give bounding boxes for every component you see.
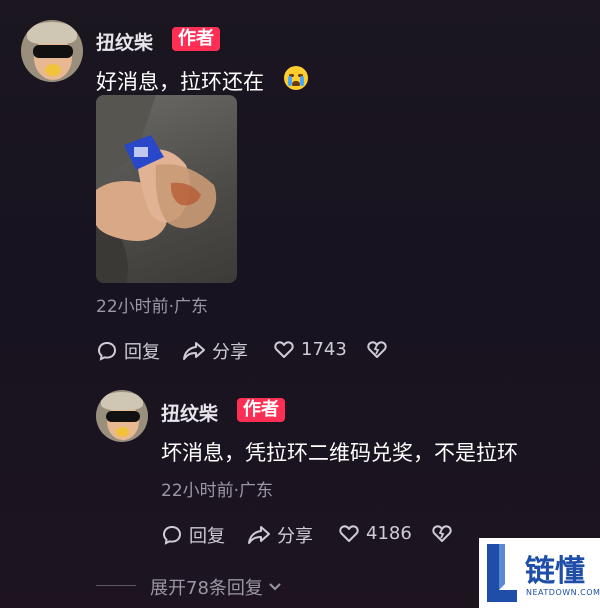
expand-replies-button[interactable]: 展开78条回复: [150, 574, 283, 600]
expand-replies-label: 展开78条回复: [150, 578, 263, 599]
reply-author-avatar[interactable]: [96, 390, 148, 442]
share-button[interactable]: 分享: [182, 338, 248, 364]
reply-meta: 22小时前·广东: [161, 481, 274, 501]
heart-icon: [339, 525, 359, 542]
reply-share-label: 分享: [277, 526, 313, 547]
reply-text: 坏消息，凭拉环二维码兑奖，不是拉环: [161, 441, 518, 465]
watermark: 链懂 NEATDOWN.COM: [479, 538, 600, 608]
reply-share-button[interactable]: 分享: [247, 522, 313, 548]
pull-tab-photo: [96, 95, 217, 283]
expand-divider: [96, 585, 136, 586]
comment-bubble-icon: [97, 341, 117, 361]
reply-reply-button[interactable]: 回复: [161, 522, 225, 548]
broken-heart-icon: [432, 525, 452, 542]
comment-bubble-icon: [162, 525, 182, 545]
reply-like-count: 4186: [366, 522, 412, 544]
comment-photo[interactable]: [96, 95, 237, 283]
comment-author-name[interactable]: 扭纹柴: [96, 28, 153, 55]
reply-reply-label: 回复: [189, 526, 225, 547]
author-avatar[interactable]: [21, 20, 83, 82]
broken-heart-icon: [367, 341, 387, 358]
heart-icon: [274, 341, 294, 358]
watermark-text: 链懂: [525, 554, 585, 589]
like-button[interactable]: 1743: [273, 338, 347, 360]
share-label: 分享: [212, 342, 248, 363]
crying-emoji-icon: [284, 66, 308, 90]
comment-meta: 22小时前·广东: [96, 297, 209, 317]
watermark-subtext: NEATDOWN.COM: [526, 588, 600, 597]
chevron-down-icon: [269, 583, 281, 591]
reply-author-badge: 作者: [237, 398, 285, 422]
share-arrow-icon: [248, 526, 270, 544]
watermark-logo-icon: [487, 544, 517, 602]
dislike-button[interactable]: [366, 338, 388, 360]
reply-dislike-button[interactable]: [431, 522, 453, 544]
reply-author-name[interactable]: 扭纹柴: [161, 399, 218, 426]
reply-like-button[interactable]: 4186: [338, 522, 412, 544]
share-arrow-icon: [183, 342, 205, 360]
comment-text: 好消息，拉环还在: [96, 70, 264, 94]
reply-button[interactable]: 回复: [96, 338, 160, 364]
author-badge: 作者: [172, 27, 220, 51]
like-count: 1743: [301, 338, 347, 360]
reply-label: 回复: [124, 342, 160, 363]
